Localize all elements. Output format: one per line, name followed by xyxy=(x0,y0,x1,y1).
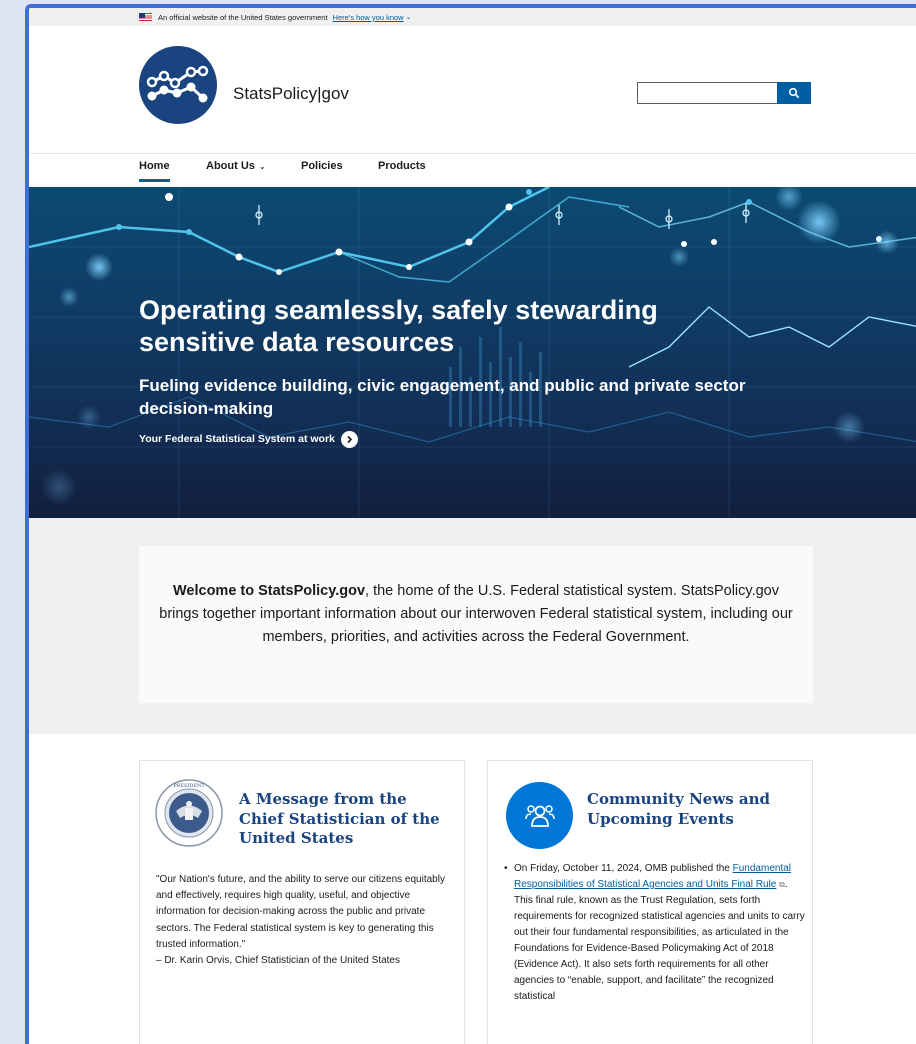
main-nav: Home About Us ⌄ Policies Products xyxy=(29,154,916,187)
welcome-card: Welcome to StatsPolicy.gov, the home of … xyxy=(139,546,813,703)
eop-seal-icon: PRESIDENT xyxy=(155,779,223,847)
news-item-prefix: On Friday, October 11, 2024, OMB publish… xyxy=(514,863,733,874)
hero-cta-label: Your Federal Statistical System at work xyxy=(139,433,335,446)
community-icon xyxy=(506,782,573,849)
hero-banner: Operating seamlessly, safely stewarding … xyxy=(29,187,916,518)
quote-attribution: – Dr. Karin Orvis, Chief Statistician of… xyxy=(156,954,400,966)
chevron-down-icon: ⌄ xyxy=(258,162,266,171)
browser-frame: An official website of the United States… xyxy=(25,4,916,1044)
news-card: Community News and Upcoming Events On Fr… xyxy=(487,760,813,1044)
site-name[interactable]: StatsPolicy|gov xyxy=(233,84,349,104)
site-name-part: StatsPolicy xyxy=(233,84,318,103)
arrow-right-icon xyxy=(340,430,358,448)
search-icon xyxy=(788,87,800,99)
search-form xyxy=(637,82,811,104)
nav-item-home[interactable]: Home xyxy=(139,160,170,182)
quote-text: "Our Nation's future, and the ability to… xyxy=(156,874,445,950)
cards-section: PRESIDENT A Message from the Chief Stati… xyxy=(29,734,916,1044)
search-input[interactable] xyxy=(637,82,777,104)
site-logo[interactable] xyxy=(139,46,217,124)
how-you-know-link[interactable]: Here's how you know xyxy=(333,13,404,22)
site-header: StatsPolicy|gov xyxy=(29,26,916,154)
news-card-title[interactable]: Community News and Upcoming Events xyxy=(587,790,787,829)
svg-text:PRESIDENT: PRESIDENT xyxy=(173,783,205,789)
chart-logo-icon xyxy=(146,65,209,103)
nav-item-label: About Us xyxy=(206,160,255,172)
welcome-section: Welcome to StatsPolicy.gov, the home of … xyxy=(29,518,916,734)
news-item-suffix: . This final rule, known as the Trust Re… xyxy=(514,879,805,1002)
welcome-bold: Welcome to StatsPolicy.gov xyxy=(172,583,366,599)
hero-content: Operating seamlessly, safely stewarding … xyxy=(139,295,819,448)
list-item: On Friday, October 11, 2024, OMB publish… xyxy=(504,861,806,1005)
hero-title: Operating seamlessly, safely stewarding … xyxy=(139,295,658,357)
people-group-icon xyxy=(524,804,555,827)
message-card: PRESIDENT A Message from the Chief Stati… xyxy=(139,760,465,1044)
chevron-down-icon[interactable]: ⌄ xyxy=(406,13,412,21)
chief-statistician-quote: "Our Nation's future, and the ability to… xyxy=(156,872,458,969)
hero-cta-link[interactable]: Your Federal Statistical System at work xyxy=(139,430,819,448)
site-name-part: gov xyxy=(321,84,349,103)
message-card-title[interactable]: A Message from the Chief Statistician of… xyxy=(239,790,449,849)
gov-banner-text: An official website of the United States… xyxy=(158,12,328,22)
news-list: On Friday, October 11, 2024, OMB publish… xyxy=(504,861,806,1005)
search-button[interactable] xyxy=(777,82,811,104)
us-flag-icon xyxy=(139,13,152,21)
nav-item-policies[interactable]: Policies xyxy=(301,160,343,179)
hero-subtitle: Fueling evidence building, civic engagem… xyxy=(139,375,746,418)
nav-item-products[interactable]: Products xyxy=(378,160,426,179)
nav-item-about-us[interactable]: About Us ⌄ xyxy=(206,160,266,179)
gov-banner: An official website of the United States… xyxy=(29,8,916,26)
